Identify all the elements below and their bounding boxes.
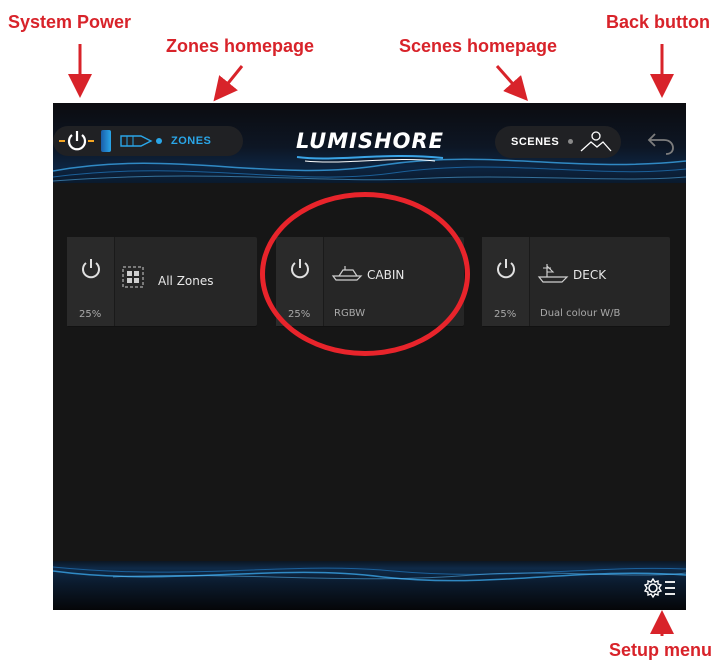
settings-menu-icon	[643, 577, 675, 599]
zone-level: 25%	[494, 309, 517, 320]
lighting-app-screen: ZONES LUMISHORE SCENES 25% All Zones 25%…	[53, 103, 686, 610]
boat-icon	[119, 133, 153, 154]
scenes-homepage-button[interactable]: SCENES	[495, 126, 621, 158]
setup-menu-button[interactable]	[643, 577, 677, 604]
zone-name: DECK	[573, 268, 607, 282]
arrow-zones-homepage	[213, 65, 244, 102]
top-bar: ZONES LUMISHORE SCENES	[53, 103, 686, 183]
power-icon	[82, 259, 100, 279]
system-power-button[interactable]	[57, 129, 97, 158]
zones-dot	[156, 138, 162, 144]
zones-label: ZONES	[171, 135, 212, 147]
sailboat-icon	[537, 262, 571, 289]
zones-tab-indicator	[101, 130, 111, 152]
zone-level: 25%	[79, 309, 102, 320]
lumishore-logo: LUMISHORE	[275, 129, 465, 165]
scenes-dot	[568, 139, 573, 144]
logo-text: LUMISHORE	[295, 129, 445, 153]
scenes-landscape-icon	[579, 129, 613, 160]
power-icon	[59, 131, 94, 151]
wave-decoration	[53, 566, 686, 582]
back-button[interactable]	[646, 129, 676, 160]
zone-power-button[interactable]: 25%	[67, 237, 115, 326]
scenes-label: SCENES	[511, 136, 560, 148]
zones-homepage-button[interactable]: ZONES	[53, 126, 243, 156]
zone-card-all-zones[interactable]: 25% All Zones	[67, 237, 257, 326]
logo-wave	[296, 155, 444, 163]
all-zones-grid-icon	[122, 266, 144, 293]
power-icon	[497, 259, 515, 279]
cabin-highlight-circle	[260, 192, 470, 356]
back-arrow-icon	[647, 133, 674, 155]
bottom-bar	[53, 561, 686, 610]
zone-power-button[interactable]: 25%	[482, 237, 530, 326]
arrow-scenes-homepage	[495, 65, 528, 101]
zone-card-deck[interactable]: 25% DECK Dual colour W/B	[482, 237, 670, 326]
zone-type: Dual colour W/B	[540, 308, 621, 319]
zone-name: All Zones	[158, 274, 214, 288]
